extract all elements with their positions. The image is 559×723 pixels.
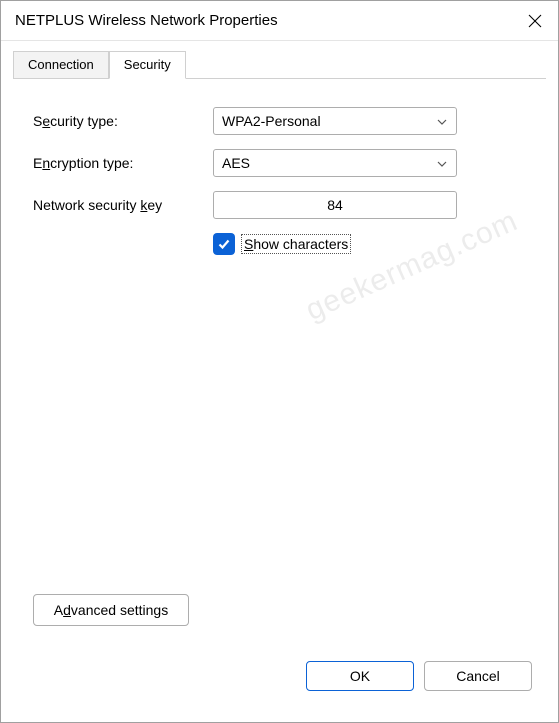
show-characters-row: Show characters bbox=[213, 233, 526, 255]
encryption-type-dropdown[interactable]: AES bbox=[213, 149, 457, 177]
tab-panel-security: Security type: WPA2-Personal Encryption … bbox=[13, 78, 546, 654]
close-button[interactable] bbox=[512, 1, 558, 41]
dialog-window: NETPLUS Wireless Network Properties Conn… bbox=[0, 0, 559, 723]
show-characters-checkbox[interactable] bbox=[213, 233, 235, 255]
chevron-down-icon bbox=[436, 157, 448, 169]
window-title: NETPLUS Wireless Network Properties bbox=[15, 12, 512, 29]
watermark-text: geekermag.com bbox=[301, 204, 523, 328]
cancel-button[interactable]: Cancel bbox=[424, 661, 532, 691]
network-key-row: Network security key 84 bbox=[33, 191, 526, 219]
advanced-settings-button[interactable]: Advanced settings bbox=[33, 594, 189, 626]
client-area: Connection Security Security type: WPA2-… bbox=[1, 41, 558, 722]
ok-button[interactable]: OK bbox=[306, 661, 414, 691]
tab-security[interactable]: Security bbox=[109, 51, 186, 79]
security-type-label: Security type: bbox=[33, 113, 213, 129]
security-type-dropdown[interactable]: WPA2-Personal bbox=[213, 107, 457, 135]
network-key-input[interactable]: 84 bbox=[213, 191, 457, 219]
security-type-value: WPA2-Personal bbox=[222, 113, 321, 129]
close-icon bbox=[528, 14, 542, 28]
check-icon bbox=[217, 237, 231, 251]
encryption-type-row: Encryption type: AES bbox=[33, 149, 526, 177]
tab-bar: Connection Security bbox=[13, 51, 546, 78]
network-key-value: 84 bbox=[327, 197, 343, 213]
encryption-type-value: AES bbox=[222, 155, 250, 171]
network-key-label: Network security key bbox=[33, 197, 213, 213]
titlebar: NETPLUS Wireless Network Properties bbox=[1, 1, 558, 41]
chevron-down-icon bbox=[436, 115, 448, 127]
dialog-footer: OK Cancel bbox=[13, 654, 546, 710]
tab-connection[interactable]: Connection bbox=[13, 51, 109, 78]
encryption-type-label: Encryption type: bbox=[33, 155, 213, 171]
show-characters-label[interactable]: Show characters bbox=[241, 234, 351, 254]
security-type-row: Security type: WPA2-Personal bbox=[33, 107, 526, 135]
